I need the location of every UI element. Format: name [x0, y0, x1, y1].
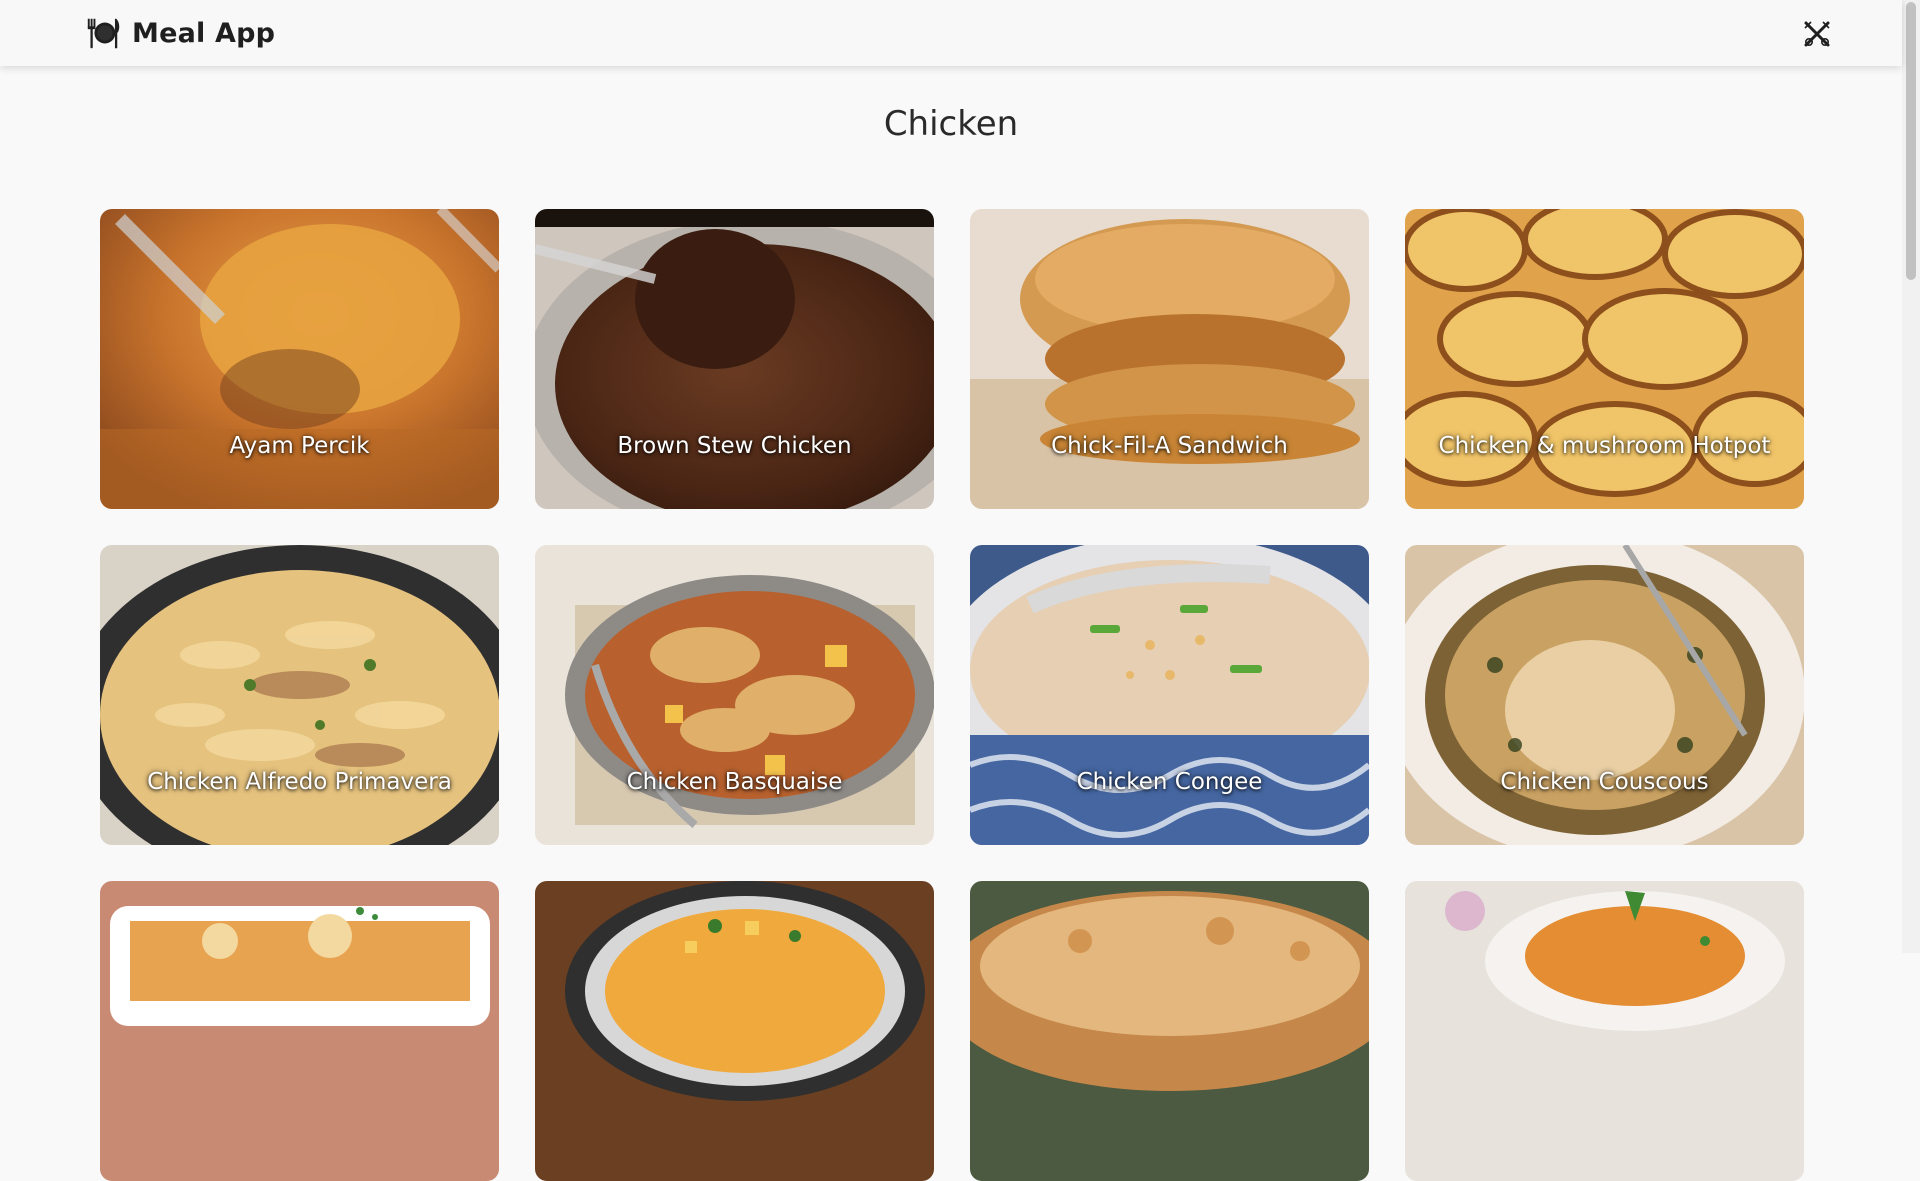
meal-name: Chicken Basquaise — [626, 769, 843, 795]
meal-image — [970, 545, 1369, 845]
top-navbar: Meal App — [0, 0, 1902, 66]
meal-name: Ayam Percik — [229, 433, 370, 459]
meal-card[interactable] — [970, 881, 1369, 1181]
meal-grid: Ayam Percik Brown Stew Chicken Chick-Fil… — [100, 209, 1804, 1181]
meal-card[interactable]: Brown Stew Chicken — [535, 209, 934, 509]
meal-card[interactable] — [535, 881, 934, 1181]
meal-card[interactable] — [100, 881, 499, 1181]
meal-image — [100, 209, 499, 509]
meal-name: Chicken & mushroom Hotpot — [1438, 433, 1771, 459]
meal-image — [100, 881, 499, 1181]
meal-image — [535, 545, 934, 845]
meal-image — [535, 209, 934, 509]
meal-name: Brown Stew Chicken — [617, 433, 852, 459]
meal-name: Chick-Fil-A Sandwich — [1051, 433, 1288, 459]
page-scrollbar[interactable] — [1902, 0, 1920, 953]
meal-image — [970, 881, 1369, 1181]
meal-image — [100, 545, 499, 845]
meal-card[interactable]: Chicken Congee — [970, 545, 1369, 845]
brand-name: Meal App — [132, 17, 276, 49]
crossed-utensils-icon — [1804, 21, 1830, 47]
meal-card[interactable]: Chicken Couscous — [1405, 545, 1804, 845]
brand-link[interactable]: Meal App — [84, 14, 275, 52]
meal-card[interactable]: Chicken Basquaise — [535, 545, 934, 845]
meal-image — [1405, 881, 1804, 1181]
scrollbar-thumb[interactable] — [1906, 2, 1916, 280]
meal-card[interactable]: Chick-Fil-A Sandwich — [970, 209, 1369, 509]
meal-name: Chicken Alfredo Primavera — [147, 769, 452, 795]
menu-toggle-button[interactable] — [1800, 17, 1834, 51]
meal-image — [1405, 209, 1804, 509]
meal-card[interactable]: Chicken Alfredo Primavera — [100, 545, 499, 845]
meal-card[interactable]: Ayam Percik — [100, 209, 499, 509]
plate-cutlery-icon — [87, 18, 120, 49]
meal-image — [1405, 545, 1804, 845]
page-title: Chicken — [883, 104, 1019, 144]
meal-image — [535, 881, 934, 1181]
meal-name: Chicken Congee — [1076, 769, 1263, 795]
meal-name: Chicken Couscous — [1500, 769, 1709, 795]
meal-card[interactable]: Chicken & mushroom Hotpot — [1405, 209, 1804, 509]
meal-image — [970, 209, 1369, 509]
meal-card[interactable] — [1405, 881, 1804, 1181]
